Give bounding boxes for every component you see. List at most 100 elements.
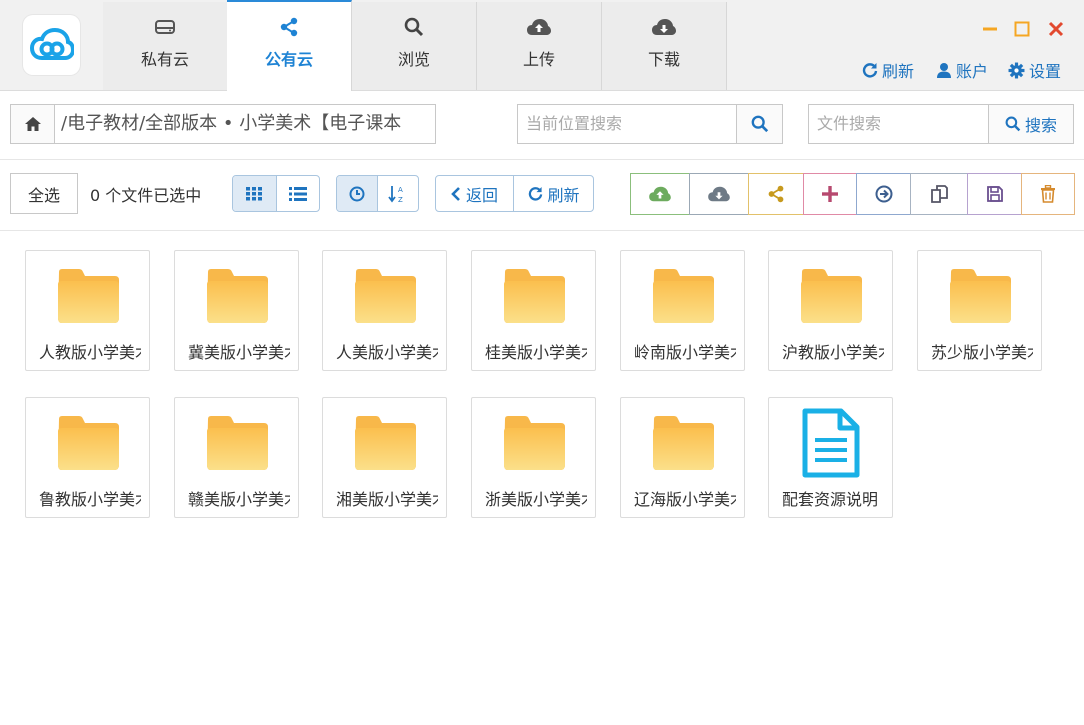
share-button[interactable]	[748, 173, 804, 215]
search-label: 搜索	[1024, 116, 1057, 135]
nav-group: 返回 刷新	[435, 175, 594, 212]
file-item[interactable]: 苏少版小学美术	[917, 250, 1042, 371]
grid-view-button[interactable]	[233, 176, 276, 211]
app-logo	[23, 15, 80, 75]
file-item[interactable]: 人美版小学美术	[322, 250, 447, 371]
arrow-circle-right-icon	[875, 185, 892, 203]
file-item[interactable]: 人教版小学美术	[25, 250, 150, 371]
grid-icon	[246, 186, 263, 200]
select-all-button[interactable]: 全选	[10, 173, 78, 214]
copy-button[interactable]	[910, 173, 968, 215]
back-label: 返回	[466, 185, 499, 205]
clock-icon	[349, 186, 365, 201]
address-bar: /电子教材/全部版本 • 小学美术【电子课本 当前位置搜索 文件搜索 搜索	[0, 91, 1084, 160]
cloud-download-icon	[651, 16, 677, 38]
file-item[interactable]: 岭南版小学美术	[620, 250, 745, 371]
search-icon	[751, 115, 768, 133]
svg-text:A: A	[398, 186, 403, 194]
list-view-button[interactable]	[275, 176, 319, 211]
tab-label: 浏览	[397, 50, 430, 69]
maximize-button[interactable]	[1011, 18, 1033, 40]
file-item[interactable]: 配套资源说明	[768, 397, 893, 518]
selected-count: 0 个文件已选中	[90, 186, 202, 205]
refresh-icon	[528, 186, 542, 201]
move-button[interactable]	[856, 173, 911, 215]
download-button[interactable]	[689, 173, 749, 215]
search-icon	[1005, 116, 1021, 132]
folder-icon	[54, 266, 122, 326]
account-label: 账户	[956, 62, 989, 81]
list-icon	[288, 186, 307, 201]
new-folder-button[interactable]	[803, 173, 857, 215]
tab-private-cloud[interactable]: 私有云	[103, 2, 228, 90]
chevron-left-icon	[451, 186, 460, 201]
folder-icon	[797, 266, 865, 326]
svg-text:Z: Z	[398, 196, 403, 204]
delete-button[interactable]	[1021, 173, 1075, 215]
header-refresh-button[interactable]: 刷新	[862, 58, 914, 82]
plus-icon	[822, 186, 838, 202]
file-item[interactable]: 沪教版小学美术	[768, 250, 893, 371]
cloud-logo-icon	[29, 28, 74, 60]
file-name: 人美版小学美术	[336, 343, 438, 362]
cloud-download-icon	[708, 186, 730, 202]
file-name: 冀美版小学美术	[188, 343, 290, 362]
folder-icon	[946, 266, 1014, 326]
maximize-icon	[1014, 21, 1030, 37]
file-item[interactable]: 辽海版小学美术	[620, 397, 745, 518]
file-name: 桂美版小学美术	[485, 343, 587, 362]
close-button[interactable]	[1045, 18, 1067, 40]
folder-icon	[203, 413, 271, 473]
home-icon	[24, 117, 41, 131]
cloud-upload-icon	[649, 186, 671, 202]
tab-browse[interactable]: 浏览	[352, 2, 477, 90]
sort-group: AZ	[336, 175, 419, 212]
minimize-button[interactable]	[979, 18, 1001, 40]
close-icon	[1048, 21, 1064, 37]
home-button[interactable]	[10, 104, 55, 144]
file-item[interactable]: 桂美版小学美术	[471, 250, 596, 371]
file-name: 苏少版小学美术	[931, 343, 1033, 362]
tab-label: 上传	[522, 50, 555, 69]
upload-button[interactable]	[630, 173, 690, 215]
file-item[interactable]: 湘美版小学美术	[322, 397, 447, 518]
share-icon	[279, 16, 299, 38]
file-item[interactable]: 赣美版小学美术	[174, 397, 299, 518]
tab-download[interactable]: 下载	[602, 2, 727, 90]
save-button[interactable]	[967, 173, 1022, 215]
file-item[interactable]: 鲁教版小学美术	[25, 397, 150, 518]
refresh-label: 刷新	[882, 62, 915, 81]
tab-public-cloud[interactable]: 公有云	[227, 0, 352, 91]
file-name: 鲁教版小学美术	[39, 490, 141, 509]
share-icon	[768, 185, 784, 203]
toolbar: 全选 0 个文件已选中 AZ 返回 刷新	[0, 160, 1084, 231]
folder-icon	[203, 266, 271, 326]
location-search-button[interactable]	[736, 104, 783, 144]
path-display[interactable]: /电子教材/全部版本 • 小学美术【电子课本	[55, 104, 436, 144]
title-bar: 私有云 公有云 浏览 上传 下载 刷新 账户 设置	[0, 0, 1084, 91]
folder-icon	[54, 413, 122, 473]
location-search-input[interactable]: 当前位置搜索	[517, 104, 737, 144]
file-item[interactable]: 浙美版小学美术	[471, 397, 596, 518]
cloud-upload-icon	[526, 16, 552, 38]
folder-icon	[351, 266, 419, 326]
tab-label: 私有云	[140, 50, 189, 69]
refresh-icon	[862, 63, 878, 78]
file-search-input[interactable]: 文件搜索	[808, 104, 989, 144]
minimize-icon	[983, 27, 997, 31]
settings-button[interactable]: 设置	[1008, 58, 1061, 82]
refresh-button[interactable]: 刷新	[513, 176, 593, 211]
document-icon	[797, 408, 865, 478]
file-search-button[interactable]: 搜索	[988, 104, 1074, 144]
file-name: 岭南版小学美术	[634, 343, 736, 362]
file-item[interactable]: 冀美版小学美术	[174, 250, 299, 371]
account-button[interactable]: 账户	[936, 58, 988, 82]
user-icon	[937, 63, 951, 78]
tab-label: 下载	[647, 50, 680, 69]
sort-by-time-button[interactable]	[337, 176, 377, 211]
sort-by-name-button[interactable]: AZ	[377, 176, 418, 211]
trash-icon	[1041, 185, 1055, 203]
file-name: 浙美版小学美术	[485, 490, 587, 509]
tab-upload[interactable]: 上传	[477, 2, 602, 90]
back-button[interactable]: 返回	[436, 176, 513, 211]
